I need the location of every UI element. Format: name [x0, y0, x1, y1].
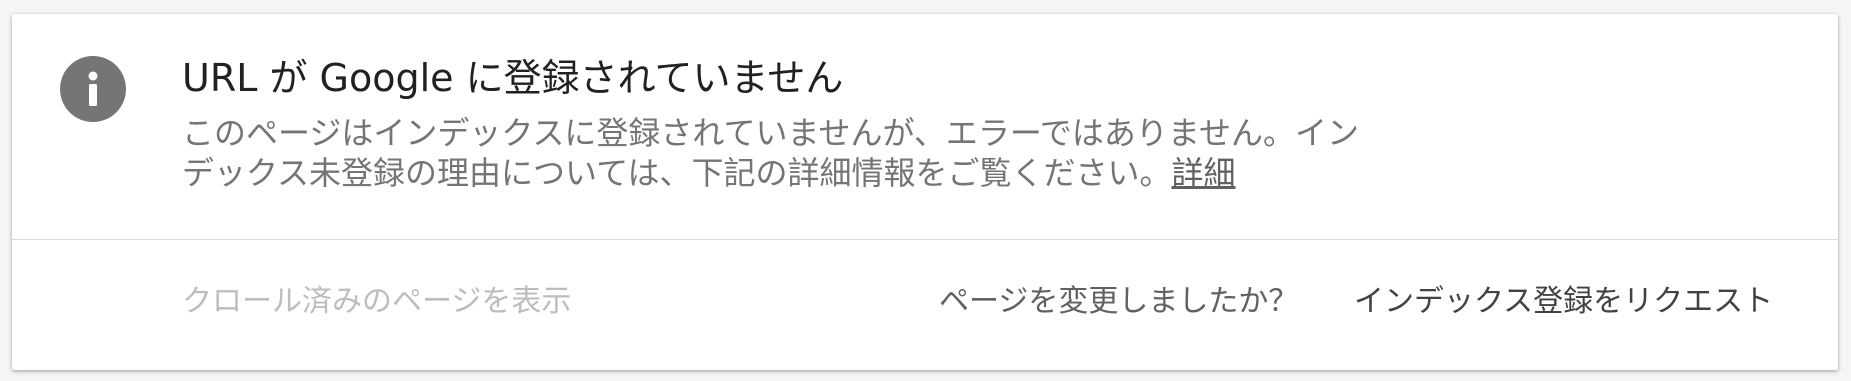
- info-glyph: [88, 71, 98, 106]
- status-title: URL が Google に登録されていません: [182, 56, 844, 100]
- details-link[interactable]: 詳細: [1171, 154, 1235, 192]
- view-crawled-page-button[interactable]: クロール済みのページを表示: [182, 282, 571, 322]
- status-description: このページはインデックスに登録されていませんが、エラーではありません。インデック…: [182, 113, 1367, 193]
- page-changed-question: ページを変更しましたか？: [939, 284, 1299, 319]
- divider: [12, 239, 1838, 240]
- url-status-card: URL が Google に登録されていません このページはインデックスに登録さ…: [12, 14, 1838, 370]
- info-icon: [60, 56, 126, 122]
- request-indexing-button[interactable]: インデックス登録をリクエスト: [1354, 282, 1773, 322]
